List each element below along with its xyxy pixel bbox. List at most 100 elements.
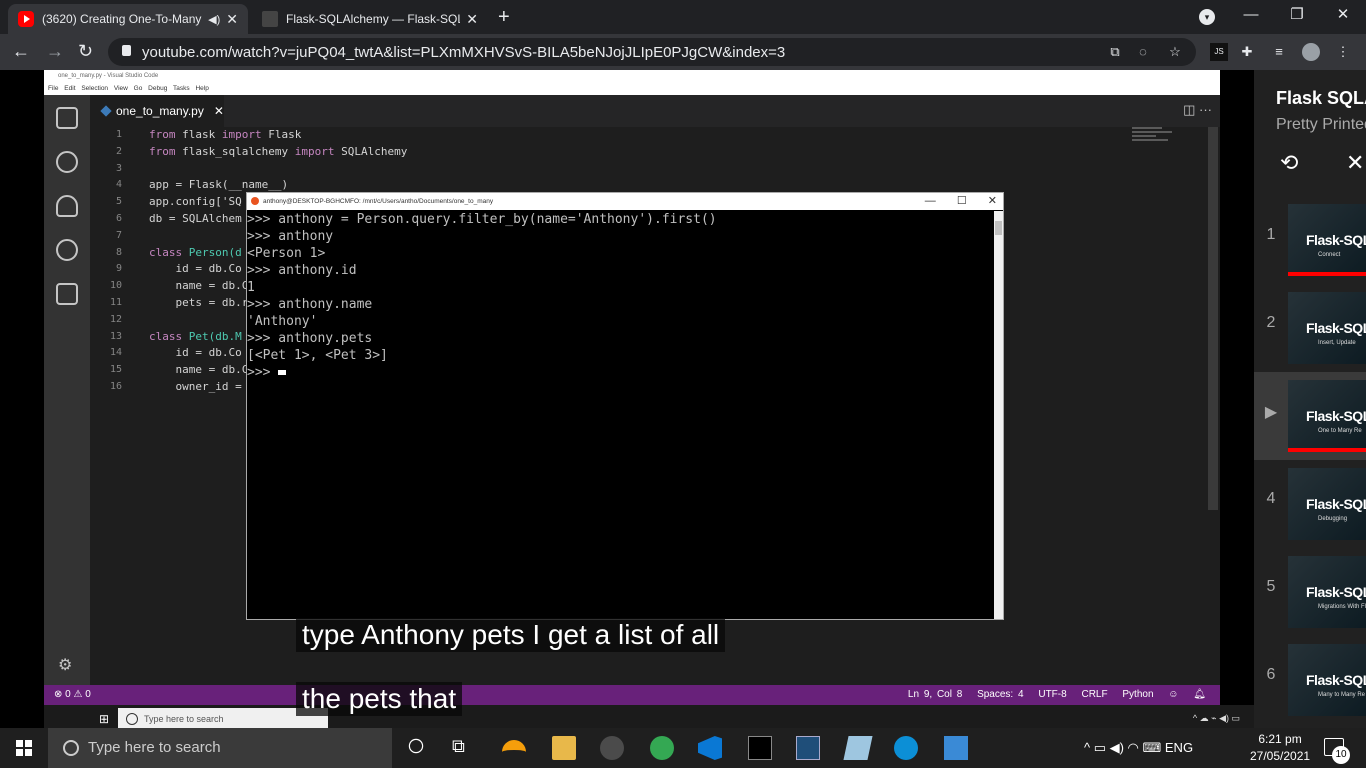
restore-button[interactable]: ❐ bbox=[1274, 0, 1320, 34]
editor-tabs: one_to_many.py ✕ ◫ ··· bbox=[90, 95, 1220, 127]
vscode-title: one_to_many.py - Visual Studio Code bbox=[44, 70, 1220, 82]
playlist-channel[interactable]: Pretty Printed bbox=[1276, 116, 1366, 134]
url-text: youtube.com/watch?v=juPQ04_twtA&list=PLX… bbox=[142, 44, 786, 61]
terminal-line: <Person 1> bbox=[247, 246, 326, 261]
status-right: Ln 9, Col 8 Spaces: 4 UTF-8 CRLF Python … bbox=[898, 685, 1206, 705]
playlist-index: 1 bbox=[1266, 226, 1276, 243]
recorded-tray: ^ ☁ ⌁ ◀) ▭ bbox=[1192, 713, 1240, 723]
line-number: 14 bbox=[109, 347, 122, 359]
smiley-icon: ☺ bbox=[1168, 689, 1179, 700]
terminal-line: 1 bbox=[247, 280, 255, 295]
terminal-line: >>> anthony.pets bbox=[247, 331, 373, 346]
bookmark-star-icon[interactable]: ☆ bbox=[1166, 43, 1184, 61]
vscode-menu: File Edit Selection View Go Debug Tasks … bbox=[44, 82, 1220, 95]
media-controls-icon[interactable]: ≡ bbox=[1270, 43, 1288, 61]
open-in-app-icon[interactable]: ⧉ bbox=[1106, 43, 1124, 61]
playlist-item[interactable]: 2 Flask-SQLA Insert, Update bbox=[1254, 284, 1366, 372]
tab-search-icon[interactable]: ▾ bbox=[1199, 9, 1215, 25]
thumbnail-title: Flask-SQLA bbox=[1306, 320, 1366, 336]
tab-youtube[interactable]: (3620) Creating One-To-Many ◀) ✕ bbox=[8, 4, 248, 34]
editor-tab: one_to_many.py ✕ bbox=[90, 95, 224, 127]
task-view-icon[interactable]: ⧉ bbox=[452, 736, 476, 760]
terminal-line: >>> anthony bbox=[247, 229, 334, 244]
shuffle-icon[interactable]: ✕ bbox=[1346, 150, 1364, 176]
menu-icon[interactable]: ⋮ bbox=[1334, 43, 1352, 61]
video-player[interactable]: one_to_many.py - Visual Studio Code File… bbox=[0, 70, 1254, 768]
minimize-button[interactable]: — bbox=[1228, 0, 1274, 34]
chrome-icon[interactable] bbox=[600, 736, 624, 760]
line-number: 1 bbox=[115, 129, 122, 140]
playlist-item[interactable]: 4 Flask-SQLA Debugging bbox=[1254, 460, 1366, 548]
thumbnail-subtitle: Insert, Update bbox=[1318, 340, 1356, 346]
terminal-line: >>> anthony.id bbox=[247, 263, 357, 278]
address-bar[interactable]: youtube.com/watch?v=juPQ04_twtA&list=PLX… bbox=[108, 38, 1196, 66]
thumbnail-subtitle: Migrations With Fl bbox=[1318, 604, 1366, 610]
line-number: 4 bbox=[115, 179, 122, 191]
thumbnail-title: Flask-SQLA bbox=[1306, 672, 1366, 688]
playlist-index: 5 bbox=[1266, 578, 1276, 595]
close-tab-icon[interactable]: ✕ bbox=[226, 11, 238, 28]
edge-icon[interactable] bbox=[894, 736, 918, 760]
clock[interactable]: 6:21 pm 27/05/2021 bbox=[1250, 731, 1310, 765]
vscode-icon[interactable] bbox=[698, 736, 722, 760]
window-controls: — ❐ ✕ bbox=[1228, 0, 1366, 34]
terminal-icon[interactable] bbox=[748, 736, 772, 760]
start-button[interactable] bbox=[16, 740, 32, 756]
video-thumbnail[interactable]: Flask-SQLA Many to Many Re bbox=[1288, 644, 1366, 716]
terminal-prompt[interactable]: >>> bbox=[247, 364, 995, 381]
line-number: 5 bbox=[115, 196, 122, 208]
chrome-profile-icon[interactable] bbox=[650, 736, 674, 760]
hide-icon[interactable]: ◌ bbox=[1134, 43, 1152, 61]
tab-flask-sqlalchemy[interactable]: Flask-SQLAlchemy — Flask-SQLA ✕ bbox=[252, 4, 488, 34]
input-language[interactable]: ENG bbox=[1165, 740, 1193, 755]
photos-icon[interactable] bbox=[944, 736, 968, 760]
profile-avatar[interactable] bbox=[1302, 43, 1320, 61]
tab-title: (3620) Creating One-To-Many bbox=[42, 12, 202, 26]
taskbar-search-box[interactable]: Type here to search bbox=[48, 728, 392, 768]
line-number: 13 bbox=[109, 330, 122, 342]
playlist-title[interactable]: Flask SQLAlchemy bbox=[1276, 88, 1366, 109]
playlist-item[interactable]: 5 Flask-SQLA Migrations With Fl bbox=[1254, 548, 1366, 636]
cortana-icon[interactable] bbox=[408, 738, 424, 754]
speaker-icon[interactable]: ◀) bbox=[208, 13, 220, 26]
extensions-icon[interactable]: ✚ bbox=[1238, 43, 1256, 61]
video-thumbnail[interactable]: Flask-SQLA Connect bbox=[1288, 204, 1366, 276]
video-thumbnail[interactable]: Flask-SQLA Insert, Update bbox=[1288, 292, 1366, 364]
ssms-icon[interactable] bbox=[796, 736, 820, 760]
menu-tasks: Tasks bbox=[173, 85, 190, 92]
line-number: 11 bbox=[109, 296, 122, 308]
debug-icon bbox=[56, 239, 78, 261]
app-arc-icon[interactable] bbox=[502, 740, 526, 754]
file-explorer-icon[interactable] bbox=[552, 736, 576, 760]
menu-view: View bbox=[113, 85, 128, 92]
clock-time: 6:21 pm bbox=[1258, 732, 1302, 746]
video-thumbnail[interactable]: Flask-SQLA Debugging bbox=[1288, 468, 1366, 540]
forward-button[interactable]: → bbox=[46, 41, 64, 62]
reload-button[interactable]: ↻ bbox=[78, 41, 93, 62]
video-thumbnail[interactable]: Flask-SQLA One to Many Re bbox=[1288, 380, 1366, 452]
line-number: 7 bbox=[115, 229, 122, 241]
status-bar: ⊗ 0 ⚠ 0 Ln 9, Col 8 Spaces: 4 UTF-8 CRLF… bbox=[44, 685, 1220, 705]
terminal-window: anthony@DESKTOP-BGHCMFO: /mnt/c/Users/an… bbox=[246, 192, 1004, 620]
caption-line-2: the pets that bbox=[296, 682, 463, 716]
youtube-icon bbox=[18, 11, 34, 27]
extension-js-icon[interactable]: JS bbox=[1210, 43, 1228, 61]
playlist-item[interactable]: 1 Flask-SQLA Connect bbox=[1254, 196, 1366, 284]
thumbnail-subtitle: Connect bbox=[1318, 252, 1341, 258]
line-number: 16 bbox=[109, 380, 122, 392]
lock-icon[interactable] bbox=[122, 45, 131, 56]
back-button[interactable]: ← bbox=[12, 41, 30, 62]
thumbnail-title: Flask-SQLA bbox=[1306, 496, 1366, 512]
playlist-item[interactable]: ▶ Flask-SQLA One to Many Re bbox=[1254, 372, 1366, 460]
new-tab-button[interactable]: + bbox=[498, 6, 510, 29]
playlist-item[interactable]: 6 Flask-SQLA Many to Many Re bbox=[1254, 636, 1366, 724]
menu-debug: Debug bbox=[148, 85, 168, 92]
windows-taskbar: Type here to search ⧉ ^ ▭ ◀) ◠ ⌨ ENG 6:2… bbox=[0, 728, 1366, 768]
close-window-button[interactable]: ✕ bbox=[1320, 0, 1366, 34]
video-thumbnail[interactable]: Flask-SQLA Migrations With Fl bbox=[1288, 556, 1366, 628]
close-tab-icon[interactable]: ✕ bbox=[466, 11, 478, 28]
loop-icon[interactable]: ⟲ bbox=[1280, 150, 1298, 176]
system-tray[interactable]: ^ ▭ ◀) ◠ ⌨ ENG bbox=[1084, 740, 1193, 756]
line-number: 9 bbox=[115, 263, 122, 275]
notes-icon[interactable] bbox=[843, 736, 873, 760]
